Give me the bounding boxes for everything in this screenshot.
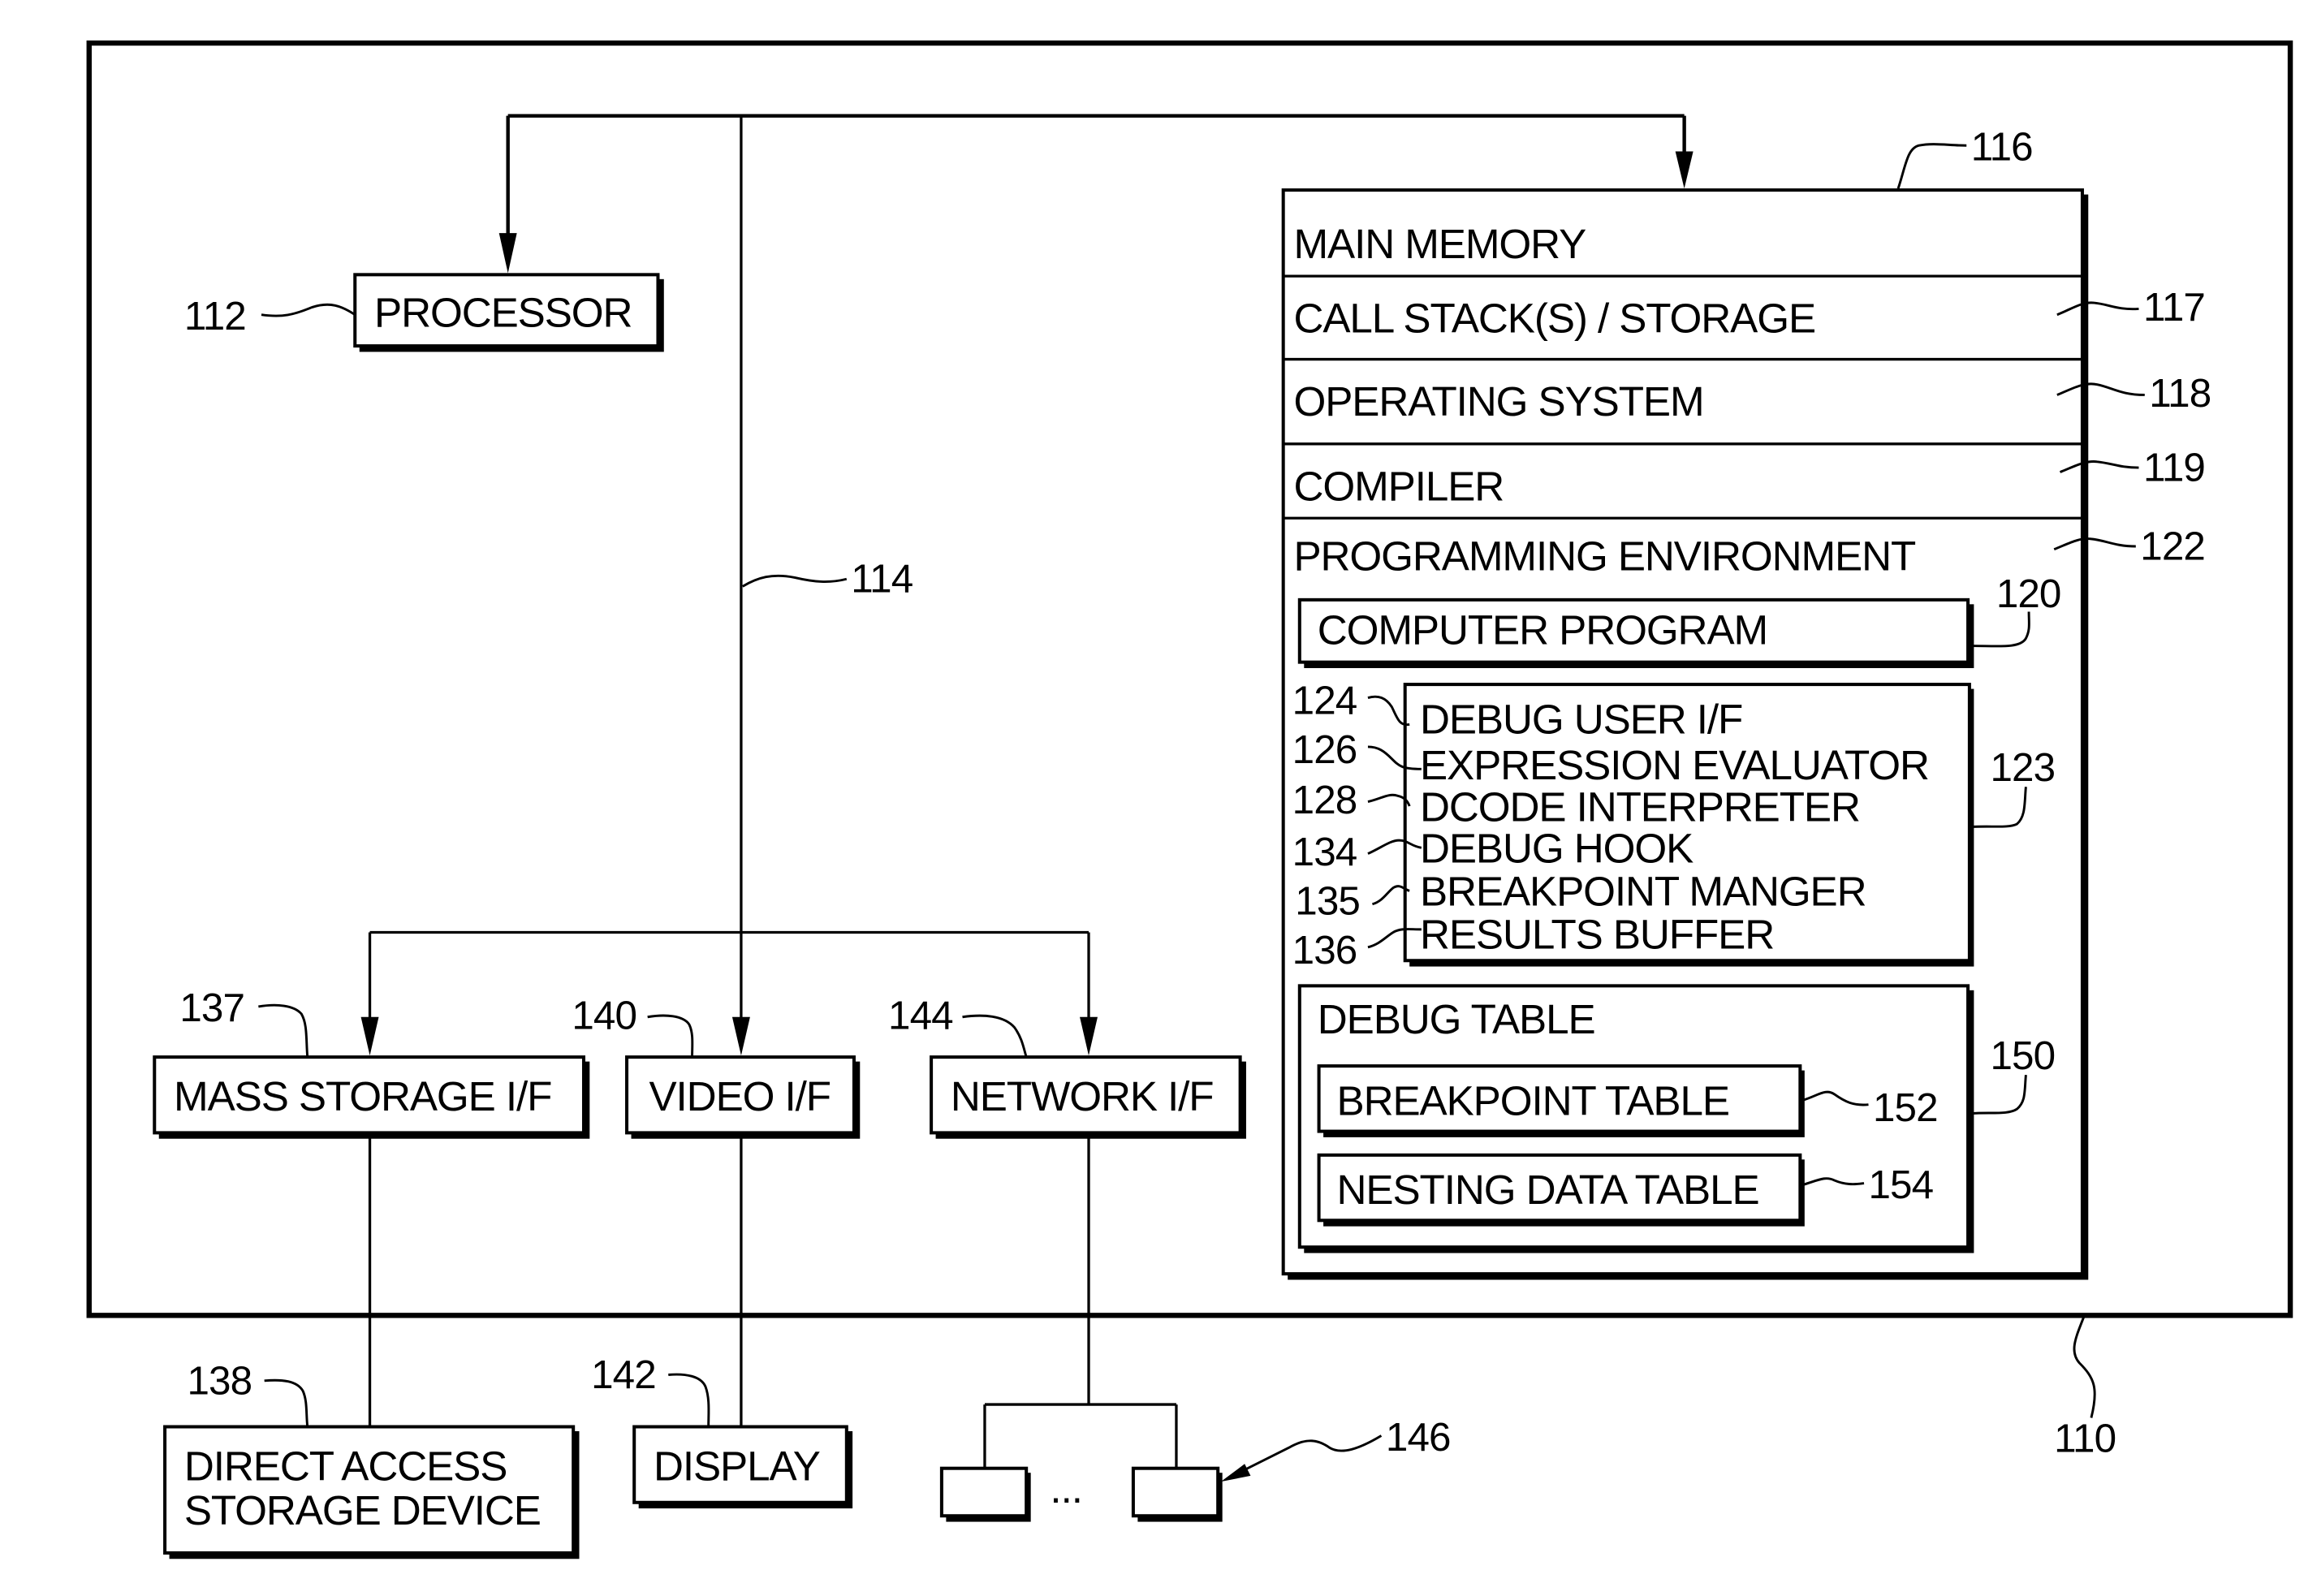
- ref-144: 144: [888, 993, 953, 1037]
- ref-119: 119: [2143, 446, 2205, 490]
- network-if-block: NETWORK I/F: [930, 1055, 1246, 1139]
- leader-142: [668, 1373, 710, 1427]
- ref-120: 120: [1996, 572, 2061, 616]
- dcode-interpreter-label: DCODE INTERPRETER: [1420, 783, 1860, 830]
- mass-storage-if-label: MASS STORAGE I/F: [174, 1073, 551, 1119]
- expression-evaluator-label: EXPRESSION EVALUATOR: [1420, 742, 1929, 788]
- ref-116: 116: [1971, 125, 2033, 170]
- ref-110: 110: [2054, 1417, 2116, 1461]
- ref-152: 152: [1873, 1085, 1938, 1130]
- video-if-label: VIDEO I/F: [649, 1073, 830, 1119]
- processor-label: PROCESSOR: [374, 289, 632, 335]
- debug-user-if-label: DEBUG USER I/F: [1420, 696, 1742, 742]
- ref-112: 112: [184, 294, 246, 339]
- display-block: DISPLAY: [632, 1425, 853, 1509]
- network-node-left: [939, 1466, 1029, 1518]
- video-if-block: VIDEO I/F: [625, 1055, 861, 1139]
- results-buffer-label: RESULTS BUFFER: [1420, 912, 1774, 958]
- ref-142: 142: [591, 1352, 656, 1397]
- ref-136: 136: [1292, 928, 1357, 973]
- network-nodes: ...: [939, 1465, 1223, 1522]
- leader-110: [2073, 1316, 2096, 1418]
- ref-138: 138: [188, 1358, 252, 1403]
- leader-137: [258, 1003, 309, 1058]
- computer-system-diagram: 110 114 PROCESSOR 112 MAIN MEMORY CALL S…: [86, 40, 2293, 1559]
- ref-118: 118: [2149, 371, 2211, 416]
- ref-140: 140: [572, 993, 636, 1037]
- programming-environment-label: PROGRAMMING ENVIRONMENT: [1293, 533, 1916, 579]
- ref-117: 117: [2143, 285, 2205, 330]
- leader-116: [1896, 143, 1967, 189]
- mass-storage-if-block: MASS STORAGE I/F: [153, 1055, 590, 1139]
- computer-program-label: COMPUTER PROGRAM: [1318, 607, 1767, 653]
- ref-154: 154: [1868, 1162, 1933, 1207]
- compiler-label: COMPILER: [1293, 463, 1504, 509]
- ref-123: 123: [1991, 745, 2056, 790]
- ref-135: 135: [1295, 879, 1360, 924]
- ref-128: 128: [1292, 778, 1357, 822]
- ref-134: 134: [1292, 830, 1357, 874]
- leader-140: [647, 1014, 694, 1058]
- display-label: DISPLAY: [654, 1443, 821, 1489]
- network-node-right: [1131, 1466, 1220, 1518]
- ref-126: 126: [1292, 727, 1357, 772]
- leader-112: [261, 303, 356, 317]
- ref-137: 137: [179, 986, 244, 1030]
- arrow-to-processor: [498, 233, 517, 274]
- ref-124: 124: [1292, 679, 1357, 723]
- ref-150: 150: [1991, 1033, 2056, 1078]
- debugger-block: DEBUG USER I/F EXPRESSION EVALUATOR DCOD…: [1403, 683, 1974, 967]
- leader-146: [1229, 1434, 1383, 1479]
- main-memory-title: MAIN MEMORY: [1293, 221, 1586, 267]
- call-stack-label: CALL STACK(S) / STORAGE: [1293, 295, 1815, 342]
- dasd-label-line1: DIRECT ACCESS: [184, 1443, 507, 1489]
- arrow-to-mass-storage: [360, 1016, 379, 1056]
- leader-144: [962, 1014, 1028, 1058]
- network-if-label: NETWORK I/F: [951, 1073, 1214, 1119]
- arrow-146: [1220, 1464, 1251, 1482]
- arrow-to-memory: [1675, 151, 1694, 189]
- ref-122: 122: [2140, 524, 2205, 568]
- dasd-block: DIRECT ACCESS STORAGE DEVICE: [163, 1425, 580, 1559]
- processor-block: PROCESSOR: [353, 273, 664, 352]
- ref-114: 114: [851, 557, 913, 602]
- ref-146: 146: [1386, 1415, 1451, 1460]
- arrow-to-video: [731, 1016, 750, 1056]
- leader-138: [264, 1378, 309, 1427]
- arrow-to-network: [1080, 1016, 1098, 1056]
- leader-114: [741, 574, 848, 588]
- breakpoint-manager-label: BREAKPOINT MANGER: [1420, 869, 1866, 915]
- network-nodes-ellipsis: ...: [1050, 1465, 1081, 1512]
- debug-hook-label: DEBUG HOOK: [1420, 826, 1694, 872]
- debug-table-label: DEBUG TABLE: [1318, 996, 1595, 1042]
- breakpoint-table-label: BREAKPOINT TABLE: [1337, 1077, 1729, 1124]
- dasd-label-line2: STORAGE DEVICE: [184, 1487, 541, 1533]
- computer-program-block: COMPUTER PROGRAM: [1297, 597, 1974, 668]
- operating-system-label: OPERATING SYSTEM: [1293, 378, 1703, 425]
- nesting-data-table-label: NESTING DATA TABLE: [1337, 1167, 1759, 1213]
